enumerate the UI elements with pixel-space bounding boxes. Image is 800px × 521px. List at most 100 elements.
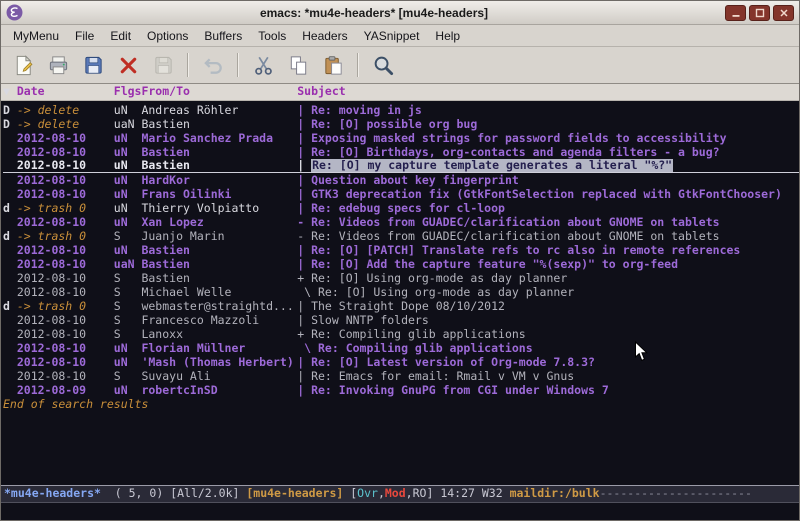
maximize-button[interactable] bbox=[749, 5, 770, 21]
message-date: 2012-08-10 bbox=[17, 145, 114, 159]
undo-button[interactable] bbox=[197, 50, 229, 80]
message-subject: The Straight Dope 08/10/2012 bbox=[311, 299, 505, 313]
message-flags: S bbox=[114, 299, 142, 313]
modeline-segment: maildir:/bulk bbox=[510, 486, 600, 500]
message-subject: Re: Compiling glib applications bbox=[318, 341, 533, 355]
menu-help[interactable]: Help bbox=[427, 27, 468, 45]
message-row[interactable]: 2012-08-10uNFlorian Müllner \ Re: Compil… bbox=[3, 341, 799, 355]
cut-button[interactable] bbox=[247, 50, 279, 80]
new-file-button[interactable] bbox=[7, 50, 39, 80]
kill-buffer-button[interactable] bbox=[112, 50, 144, 80]
message-date: 2012-08-10 bbox=[17, 215, 114, 229]
minimize-icon bbox=[731, 8, 741, 18]
modeline-segment: [ bbox=[343, 486, 357, 500]
message-row[interactable]: 2012-08-10SSuvayu Ali| Re: Emacs for ema… bbox=[3, 369, 799, 383]
message-row[interactable]: 2012-08-10SFrancesco Mazzoli| Slow NNTP … bbox=[3, 313, 799, 327]
message-row[interactable]: D-> deleteuNAndreas Röhler| Re: moving i… bbox=[3, 103, 799, 117]
message-row[interactable]: d-> trash 0SJuanjo Marin- Re: Videos fro… bbox=[3, 229, 799, 243]
message-from: Bastien bbox=[141, 159, 297, 172]
message-from: Michael Welle bbox=[141, 285, 297, 299]
message-from: Lanoxx bbox=[141, 327, 297, 341]
save-as-button[interactable] bbox=[147, 50, 179, 80]
copy-button[interactable] bbox=[282, 50, 314, 80]
modeline-segment: 14:27 bbox=[440, 486, 482, 500]
message-row[interactable]: 2012-08-10uNMario Sanchez Prada| Exposin… bbox=[3, 131, 799, 145]
message-row[interactable]: 2012-08-10uNFrans Oilinki| GTK3 deprecat… bbox=[3, 187, 799, 201]
thread-indicator: | bbox=[297, 159, 311, 172]
message-row[interactable]: D-> deleteuaNBastien| Re: [O] possible o… bbox=[3, 117, 799, 131]
message-date: 2012-08-10 bbox=[17, 341, 114, 355]
message-row[interactable]: 2012-08-10uNBastien| Re: [O] my capture … bbox=[3, 159, 799, 173]
column-header-date[interactable]: Date bbox=[17, 84, 114, 99]
message-subject: Re: Invoking GnuPG from CGI under Window… bbox=[311, 383, 609, 397]
menu-file[interactable]: File bbox=[67, 27, 102, 45]
message-row[interactable]: 2012-08-10uNXan Lopez- Re: Videos from G… bbox=[3, 215, 799, 229]
column-header-subject[interactable]: Subject bbox=[297, 84, 345, 99]
thread-indicator: | bbox=[297, 299, 311, 313]
message-row[interactable]: d-> trash 0Swebmaster@straightd...| The … bbox=[3, 299, 799, 313]
end-of-results-text: End of search results bbox=[3, 397, 799, 411]
emacs-window: emacs: *mu4e-headers* [mu4e-headers] MyM… bbox=[0, 0, 800, 521]
message-date: 2012-08-10 bbox=[17, 355, 114, 369]
modeline-segment: ] bbox=[426, 486, 440, 500]
message-row[interactable]: 2012-08-10SBastien+ Re: [O] Using org-mo… bbox=[3, 271, 799, 285]
search-icon bbox=[372, 54, 395, 77]
message-row[interactable]: 2012-08-09uNrobertcInSD| Re: Invoking Gn… bbox=[3, 383, 799, 397]
menu-options[interactable]: Options bbox=[139, 27, 196, 45]
message-subject: Re: [O] possible org bug bbox=[311, 117, 477, 131]
message-row[interactable]: 2012-08-10uN'Mash (Thomas Herbert)| Re: … bbox=[3, 355, 799, 369]
message-row[interactable]: 2012-08-10SMichael Welle \ Re: [O] Using… bbox=[3, 285, 799, 299]
open-file-button[interactable] bbox=[42, 50, 74, 80]
menu-buffers[interactable]: Buffers bbox=[196, 27, 250, 45]
message-date: -> delete bbox=[17, 103, 114, 117]
paste-button[interactable] bbox=[317, 50, 349, 80]
message-flags: S bbox=[114, 285, 142, 299]
message-flags: S bbox=[114, 327, 142, 341]
message-mark: d bbox=[3, 201, 17, 215]
save-button[interactable] bbox=[77, 50, 109, 80]
header-line: ▼DateFlgsFrom/ToSubject bbox=[1, 84, 799, 101]
menu-edit[interactable]: Edit bbox=[102, 27, 139, 45]
minimize-button[interactable] bbox=[725, 5, 746, 21]
message-subject: Re: [O] Birthdays, org-contacts and agen… bbox=[311, 145, 720, 159]
menu-headers[interactable]: Headers bbox=[294, 27, 355, 45]
search-button[interactable] bbox=[367, 50, 399, 80]
open-file-icon bbox=[47, 54, 70, 77]
message-flags: uN bbox=[114, 145, 142, 159]
message-from: Andreas Röhler bbox=[141, 103, 297, 117]
thread-indicator: | bbox=[297, 201, 311, 215]
message-row[interactable]: 2012-08-10uNBastien| Re: [O] Birthdays, … bbox=[3, 145, 799, 159]
thread-indicator: | bbox=[297, 131, 311, 145]
menu-mymenu[interactable]: MyMenu bbox=[5, 27, 67, 45]
echo-area[interactable] bbox=[1, 503, 799, 520]
message-flags: uN bbox=[114, 341, 142, 355]
message-from: 'Mash (Thomas Herbert) bbox=[141, 355, 297, 369]
paste-icon bbox=[322, 54, 345, 77]
column-header-from[interactable]: From/To bbox=[141, 84, 297, 99]
message-subject: Re: [O] Add the capture feature "%(sexp)… bbox=[311, 257, 678, 271]
message-subject: Slow NNTP folders bbox=[311, 313, 429, 327]
message-flags: uN bbox=[114, 173, 142, 187]
thread-indicator: | bbox=[297, 355, 311, 369]
menu-tools[interactable]: Tools bbox=[250, 27, 294, 45]
message-row[interactable]: 2012-08-10uNHardKor| Question about key … bbox=[3, 173, 799, 187]
message-subject: Re: Videos from GUADEC/clarification abo… bbox=[311, 215, 720, 229]
menu-yasnippet[interactable]: YASnippet bbox=[356, 27, 428, 45]
message-flags: uaN bbox=[114, 117, 142, 131]
column-header-flags[interactable]: Flgs bbox=[114, 84, 142, 99]
message-date: 2012-08-10 bbox=[17, 243, 114, 257]
thread-indicator: \ bbox=[297, 341, 318, 355]
message-flags: uN bbox=[114, 355, 142, 369]
message-row[interactable]: 2012-08-10uNBastien| Re: [O] [PATCH] Tra… bbox=[3, 243, 799, 257]
close-button[interactable] bbox=[773, 5, 794, 21]
message-flags: uN bbox=[114, 383, 142, 397]
title-bar[interactable]: emacs: *mu4e-headers* [mu4e-headers] bbox=[1, 1, 799, 25]
message-mark: D bbox=[3, 117, 17, 131]
message-date: 2012-08-10 bbox=[17, 187, 114, 201]
message-row[interactable]: 2012-08-10uaNBastien| Re: [O] Add the ca… bbox=[3, 257, 799, 271]
thread-indicator: + bbox=[297, 271, 311, 285]
message-subject: Re: moving in js bbox=[311, 103, 422, 117]
message-row[interactable]: 2012-08-10SLanoxx+ Re: Compiling glib ap… bbox=[3, 327, 799, 341]
message-row[interactable]: d-> trash 0uNThierry Volpiatto| Re: edeb… bbox=[3, 201, 799, 215]
message-flags: uN bbox=[114, 201, 142, 215]
